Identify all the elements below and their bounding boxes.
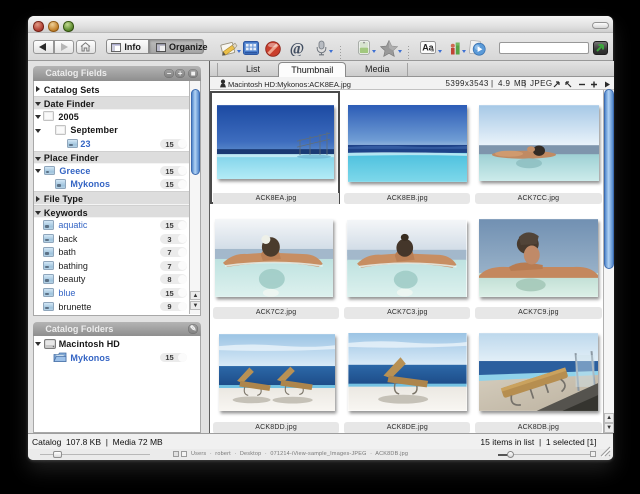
svg-text:@: @ [289, 41, 303, 56]
